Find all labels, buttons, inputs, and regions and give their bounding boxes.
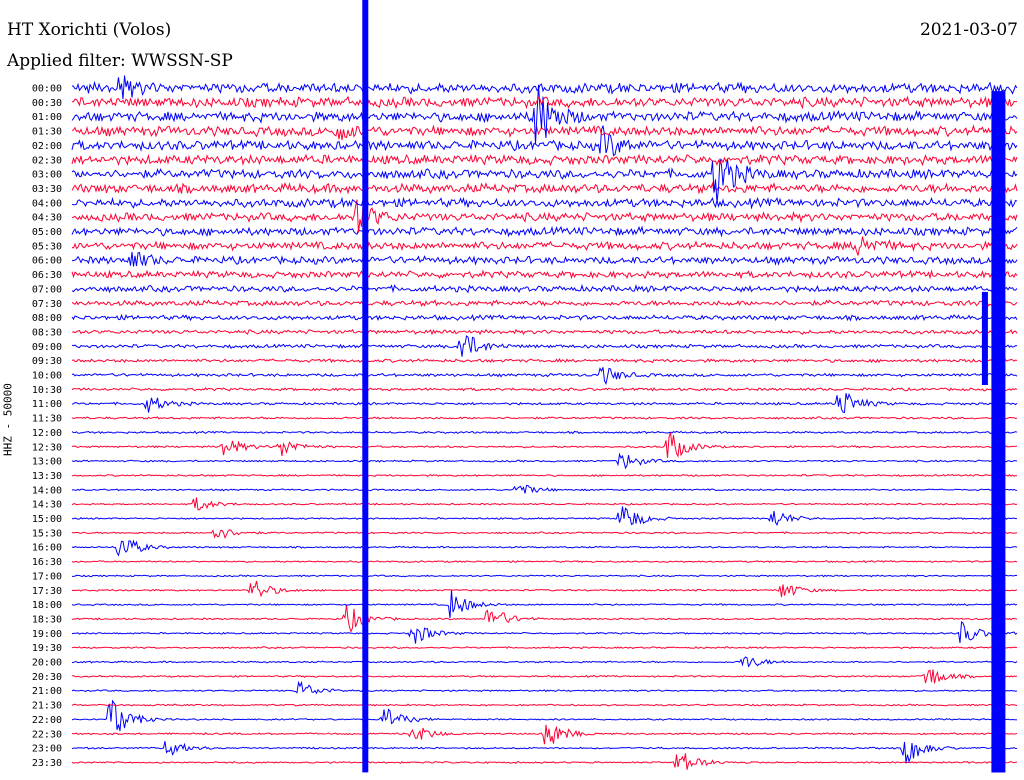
time-tick-label: 20:30 [32,672,62,683]
time-tick-label: 05:30 [32,241,62,252]
trace-row-2100 [71,680,1018,695]
trace-row-0630 [71,269,1018,280]
time-tick-label: 10:00 [32,371,62,382]
time-tick-label: 14:30 [32,500,62,511]
time-tick-label: 04:00 [32,198,62,209]
time-tick-label: 17:00 [32,571,62,582]
time-tick-label: 18:30 [32,614,62,625]
trace-row-0900 [71,335,1018,357]
trace-row-1400 [71,485,1018,494]
trace-row-1730 [71,580,1018,598]
trace-row-0930 [71,357,1018,364]
time-tick-label: 08:00 [32,313,62,324]
trace-row-2130 [71,703,1018,707]
trace-row-0530 [71,236,1018,256]
time-tick-label: 12:30 [32,442,62,453]
tick-group: 00:00 00:30 01:00 01:30 02:00 02:30 03:00 03:30… [32,84,62,769]
trace-row-1300 [71,452,1018,470]
trace-row-0800 [71,313,1018,322]
time-tick-label: 13:00 [32,457,62,468]
trace-row-0330 [71,181,1018,195]
time-tick-label: 23:30 [32,758,62,769]
spike-group [362,0,1006,773]
trace-row-1130 [71,416,1018,420]
trace-row-1630 [71,560,1018,564]
spike-mark-1 [991,91,1006,773]
time-tick-label: 02:30 [32,155,62,166]
time-tick-label: 07:00 [32,284,62,295]
time-tick-label: 14:00 [32,485,62,496]
time-tick-label: 01:30 [32,127,62,138]
trace-row-0000 [71,75,1018,100]
time-tick-label: 23:00 [32,744,62,755]
time-tick-label: 11:30 [32,414,62,425]
trace-row-2030 [71,669,1018,684]
time-tick-label: 10:30 [32,385,62,396]
trace-row-1030 [71,386,1018,392]
trace-row-0500 [71,225,1018,238]
time-tick-label: 06:00 [32,256,62,267]
time-tick-label: 09:30 [32,356,62,367]
time-tick-label: 19:30 [32,643,62,654]
time-tick-label: 20:00 [32,658,62,669]
trace-row-1200 [71,430,1018,435]
time-tick-label: 07:30 [32,299,62,310]
trace-row-0730 [71,299,1018,307]
trace-row-0230 [71,153,1018,167]
spike-mark-2 [981,291,988,385]
trace-row-0830 [71,328,1018,336]
time-tick-label: 00:00 [32,84,62,95]
trace-row-1800 [71,589,1018,619]
time-tick-label: 03:00 [32,170,62,181]
trace-row-1930 [71,646,1018,650]
trace-row-0030 [72,95,1018,110]
time-tick-label: 18:00 [32,600,62,611]
trace-row-0400 [71,196,1018,210]
trace-row-2000 [71,656,1018,668]
time-tick-label: 01:00 [32,112,62,123]
time-tick-label: 15:00 [32,514,62,525]
time-tick-label: 02:00 [32,141,62,152]
time-tick-label: 16:00 [32,543,62,554]
trace-row-1430 [71,497,1018,511]
trace-row-1230 [71,432,1018,458]
trace-row-1100 [71,392,1018,414]
trace-row-2300 [71,741,1017,764]
time-tick-label: 13:30 [32,471,62,482]
trace-row-0300 [71,158,1018,204]
time-tick-label: 04:30 [32,213,62,224]
time-tick-label: 16:30 [32,557,62,568]
spike-mark-0 [362,0,369,773]
time-tick-label: 22:00 [32,715,62,726]
trace-group [71,75,1018,770]
helicorder-plot: 00:00 00:30 01:00 01:30 02:00 02:30 03:00 03:30… [32,0,1018,773]
time-tick-label: 00:30 [32,98,62,109]
time-tick-label: 15:30 [32,528,62,539]
time-tick-label: 05:00 [32,227,62,238]
time-tick-label: 06:30 [32,270,62,281]
trace-row-2330 [71,753,1018,770]
trace-row-1000 [71,367,1018,385]
time-tick-label: 08:30 [32,327,62,338]
trace-row-2230 [72,724,1018,745]
time-tick-label: 09:00 [32,342,62,353]
trace-row-0700 [71,283,1018,294]
trace-row-1700 [72,574,1018,578]
trace-row-1330 [71,473,1018,478]
time-tick-label: 03:30 [32,184,62,195]
time-tick-label: 11:00 [32,399,62,410]
trace-row-1900 [71,621,1018,644]
time-tick-label: 12:00 [32,428,62,439]
trace-row-1500 [71,506,1017,526]
time-tick-label: 21:00 [32,686,62,697]
time-tick-label: 21:30 [32,701,62,712]
trace-row-1530 [71,529,1018,540]
trace-row-1830 [72,604,1018,633]
time-tick-label: 19:00 [32,629,62,640]
trace-row-0600 [72,251,1018,267]
time-tick-label: 22:30 [32,729,62,740]
trace-row-1600 [71,539,1018,557]
time-tick-label: 17:30 [32,586,62,597]
trace-row-0100 [71,84,1018,145]
